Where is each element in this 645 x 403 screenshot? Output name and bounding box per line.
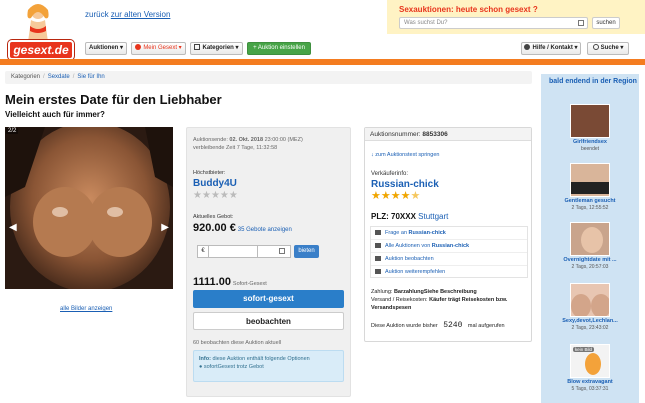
item-thumbnail (570, 222, 610, 256)
buy-now-price: 1111.00 Sofort-Gesext (193, 276, 267, 288)
remaining-time: verbleibende Zeit 7 Tage, 11:32:58 (193, 145, 278, 151)
recommend-auction-link[interactable]: Auktion weiterempfehlen (371, 266, 527, 279)
search-button[interactable]: suchen (592, 17, 620, 29)
item-thumbnail (570, 163, 610, 197)
sidebar-item[interactable]: kein Bild Blow extravagant 5 Tags, 03:37… (547, 344, 633, 402)
arrow-down-icon: ↓ (371, 152, 374, 158)
image-counter: 2/2 (6, 128, 19, 134)
top-bidder-label: Höchstbieter: (193, 170, 226, 176)
auction-number: Auktionsnummer: 8853306 (365, 128, 531, 141)
bid-count-link[interactable]: 35 Gebote anzeigen (238, 227, 292, 233)
next-image-icon[interactable]: ▶ (161, 222, 169, 233)
breadcrumb: Kategorien / Sexdate / Sie für Ihn (5, 71, 532, 84)
item-thumbnail: kein Bild (570, 344, 610, 378)
payment-info: Zahlung: BarzahlungSiehe Beschreibung Ve… (371, 289, 508, 311)
user-icon (135, 44, 142, 50)
bid-amount-input[interactable] (208, 245, 258, 258)
sidebar-item[interactable]: Overnightdate mit ... 2 Tags, 20:57:03 (547, 222, 633, 280)
site-logo[interactable]: gesext.de (4, 2, 76, 64)
item-thumbnail (570, 104, 610, 138)
nav-auktion-einstellen[interactable]: + Auktion einstellen (247, 42, 311, 55)
info-box: Info: diese Auktion enthält folgende Opt… (193, 350, 344, 382)
seller-rating: ★★★★★ (371, 190, 421, 202)
bid-form: € bieten (197, 245, 327, 259)
seller-location: PLZ: 70XXX Stuttgart (371, 212, 449, 221)
check-icon: ● (199, 364, 203, 370)
sidebar-title: bald endend in der Region (549, 78, 637, 85)
all-images-link[interactable]: alle Bilder anzeigen (60, 306, 112, 312)
search-icon (592, 44, 599, 50)
watch-auction-link[interactable]: Auktion beobachten (371, 253, 527, 266)
mail-icon (375, 230, 381, 235)
info-icon (524, 44, 531, 50)
breadcrumb-sexdate[interactable]: Sexdate (48, 74, 70, 80)
prev-image-icon[interactable]: ◀ (9, 222, 17, 233)
buy-now-button[interactable]: sofort-gesext (193, 290, 344, 308)
search-input[interactable]: Was suchst Du? (399, 17, 588, 29)
nav-suche[interactable]: Suche ▾ (587, 42, 629, 55)
page-subtitle: Vielleicht auch für immer? (5, 110, 105, 119)
bidder-rating: ★★★★★ (193, 190, 238, 201)
nav-kategorien[interactable]: Kategorien ▾ (190, 42, 243, 55)
list-icon (194, 44, 201, 50)
nav-auktionen[interactable]: Auktionen ▾ (85, 42, 127, 55)
watch-button[interactable]: beobachten (193, 312, 344, 330)
breadcrumb-sie-fuer-ihn[interactable]: Sie für Ihn (77, 74, 104, 80)
seller-label: Verkäuferinfo: (371, 171, 409, 177)
promo-title: Sexauktionen: heute schon gesext ? (399, 5, 538, 14)
sidebar-item[interactable]: Gentleman gesucht 2 Tags, 12:55:52 (547, 163, 633, 221)
sidebar-item[interactable]: Girlfriendsex beendet (547, 104, 633, 162)
list-icon (375, 243, 381, 248)
seller-name[interactable]: Russian-chick (371, 179, 439, 190)
current-bid-label: Aktuelles Gebot: (193, 214, 234, 220)
logo-wordmark: gesext.de (8, 40, 74, 60)
auction-end: Auktionsende: 02. Okt. 2018 23:00:00 (ME… (193, 137, 303, 143)
nav-mein-gesext[interactable]: Mein Gesext ▾ (131, 42, 186, 55)
bid-cents-input[interactable] (257, 245, 291, 258)
jump-to-text-link[interactable]: ↓ zum Auktionstext springen (371, 152, 439, 158)
header-divider (0, 59, 645, 65)
all-seller-auctions-link[interactable]: Alle Auktionen von Russian-chick (371, 240, 527, 253)
thumbs-up-icon (375, 269, 381, 274)
auction-photo (5, 127, 173, 289)
current-bid: 920.00 € 35 Gebote anzeigen (193, 222, 292, 234)
calculator-icon (279, 248, 285, 254)
views-counter: Diese Auktion wurde bisher 5240 mal aufg… (371, 321, 505, 330)
calculator-icon (578, 20, 584, 26)
auction-image[interactable]: 2/2 ◀ ▶ (5, 127, 173, 289)
region-sidebar: bald endend in der Region Girlfriendsex … (541, 74, 639, 403)
watchers-count: 60 beobachten diese Auktion aktuell (193, 340, 282, 346)
ask-seller-link[interactable]: Frage an Russian-chick (371, 227, 527, 240)
no-image-badge: kein Bild (573, 347, 595, 352)
nav-hilfe[interactable]: Hilfe / Kontakt ▾ (521, 42, 581, 55)
breadcrumb-kategorien[interactable]: Kategorien (11, 74, 40, 80)
bid-button[interactable]: bieten (294, 245, 319, 258)
page-title: Mein erstes Date für den Liebhaber (5, 92, 222, 107)
item-thumbnail (570, 283, 610, 317)
bid-panel: Auktionsende: 02. Okt. 2018 23:00:00 (ME… (186, 127, 351, 397)
plus-icon (375, 256, 381, 261)
search-area: Sexauktionen: heute schon gesext ? Was s… (387, 0, 645, 34)
sidebar-item[interactable]: Sexy,devot,Lechlan... 2 Tags, 23:43:02 (547, 283, 633, 341)
seller-panel: Auktionsnummer: 8853306 ↓ zum Auktionste… (364, 127, 532, 342)
seller-links: Frage an Russian-chick Alle Auktionen vo… (370, 226, 528, 278)
old-version-link[interactable]: zurück zur alten Version (85, 10, 170, 19)
city-link[interactable]: Stuttgart (418, 212, 448, 221)
top-bidder-name[interactable]: Buddy4U (193, 178, 237, 189)
